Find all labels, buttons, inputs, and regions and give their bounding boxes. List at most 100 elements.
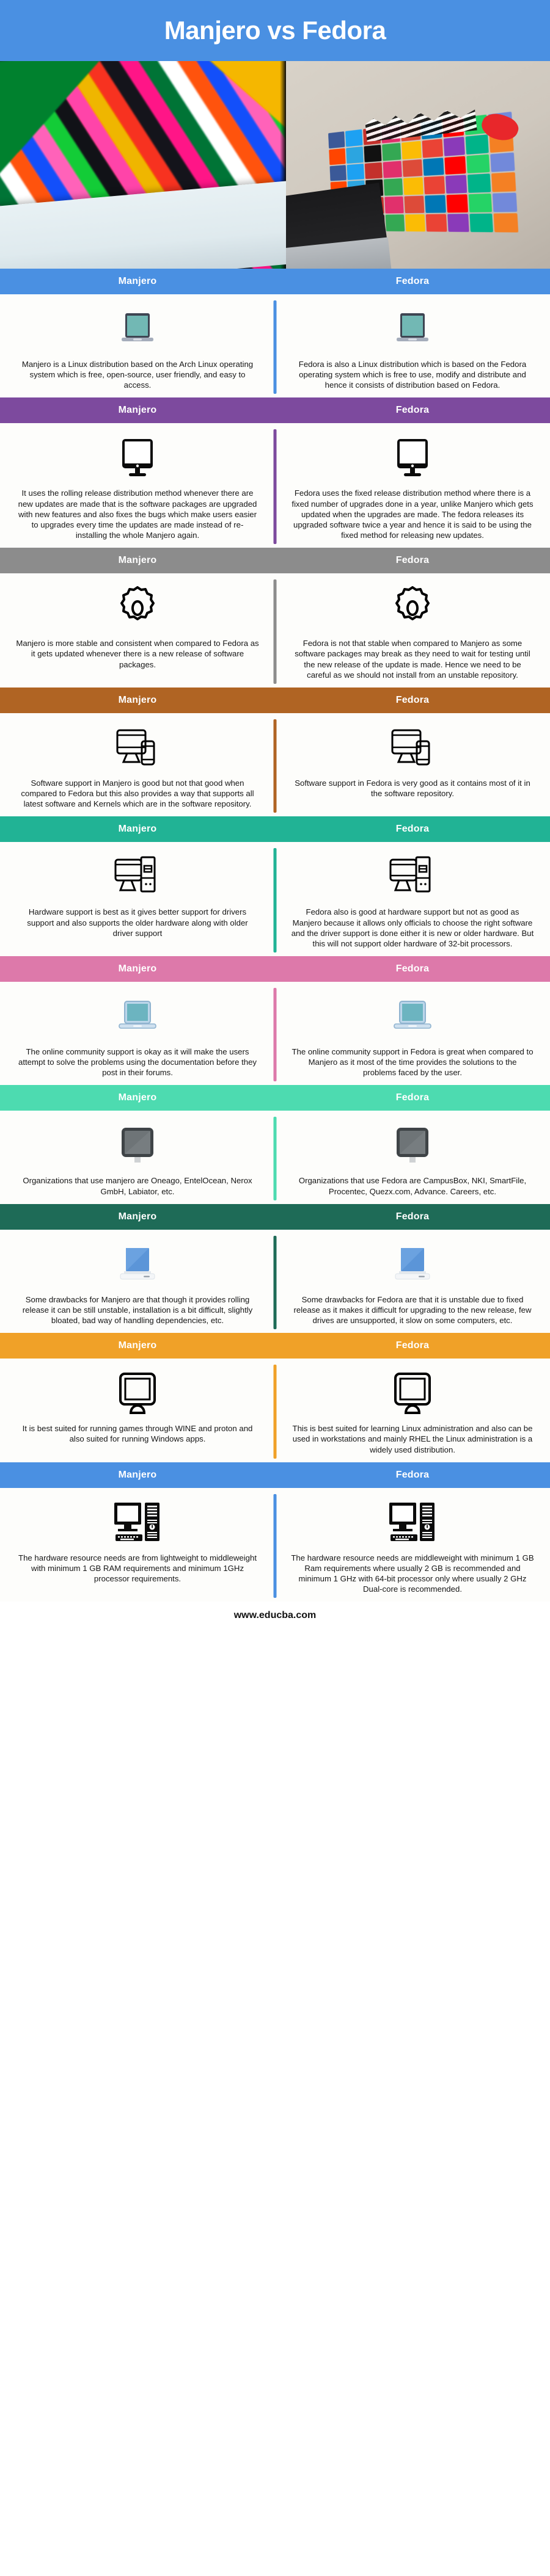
section-body-best-suited: It is best suited for running games thro…	[0, 1359, 550, 1462]
monitor-and-phone-icon	[389, 722, 436, 774]
column-divider	[273, 848, 277, 952]
manjero-description: Software support in Manjero is good but …	[21, 778, 254, 809]
section-left-label: Manjero	[118, 555, 157, 566]
column-manjero: It uses the rolling release distribution…	[0, 432, 275, 540]
section-header-hardware-support: Manjero Fedora	[0, 816, 550, 843]
fedora-description: Some drawbacks for Fedora are that it is…	[293, 1294, 532, 1326]
section-left-label: Manjero	[118, 1340, 157, 1351]
section-right-label: Fedora	[395, 1340, 430, 1351]
gear-icon	[392, 582, 433, 634]
fedora-description: Organizations that use Fedora are Campus…	[298, 1176, 527, 1196]
section-body-drawbacks: Some drawbacks for Manjero are that thou…	[0, 1229, 550, 1333]
column-divider	[273, 429, 277, 545]
section-body-hardware-resources: The hardware resource needs are from lig…	[0, 1487, 550, 1602]
fedora-description: Fedora is also a Linux distribution whic…	[298, 360, 527, 390]
manjero-description: Some drawbacks for Manjero are that thou…	[22, 1294, 253, 1326]
manjero-description: It uses the rolling release distribution…	[18, 488, 257, 540]
column-fedora: The online community support in Fedora i…	[275, 990, 550, 1078]
column-fedora: Organizations that use Fedora are Campus…	[275, 1119, 550, 1196]
monitor-icon	[392, 1367, 433, 1420]
column-divider	[273, 1117, 277, 1200]
column-divider	[273, 300, 277, 394]
column-fedora: This is best suited for learning Linux a…	[275, 1367, 550, 1454]
fedora-description: This is best suited for learning Linux a…	[292, 1424, 533, 1454]
section-header-hardware-resources: Manjero Fedora	[0, 1462, 550, 1488]
monitor-icon	[394, 432, 431, 484]
section-left-label: Manjero	[118, 1092, 157, 1103]
hero-left-laptop	[0, 61, 286, 269]
column-manjero: It is best suited for running games thro…	[0, 1367, 275, 1454]
fedora-description: Fedora is not that stable when compared …	[295, 639, 530, 680]
section-header-best-suited: Manjero Fedora	[0, 1333, 550, 1359]
column-fedora: Fedora is not that stable when compared …	[275, 582, 550, 680]
column-fedora: Software support in Fedora is very good …	[275, 722, 550, 809]
site-url: www.educba.com	[233, 1610, 317, 1621]
manjero-description: The online community support is okay as …	[18, 1047, 257, 1078]
section-right-label: Fedora	[395, 405, 430, 416]
column-manjero: Some drawbacks for Manjero are that thou…	[0, 1238, 275, 1326]
column-manjero: The hardware resource needs are from lig…	[0, 1497, 275, 1595]
column-manjero: Manjero is a Linux distribution based on…	[0, 303, 275, 390]
desktop-tower-icon	[388, 851, 437, 903]
manjero-description: Manjero is more stable and consistent wh…	[16, 639, 259, 669]
footer: www.educba.com	[0, 1602, 550, 1630]
section-header-organizations: Manjero Fedora	[0, 1085, 550, 1111]
section-right-label: Fedora	[395, 1211, 430, 1222]
section-right-label: Fedora	[395, 555, 430, 566]
fedora-description: The online community support in Fedora i…	[292, 1047, 534, 1078]
section-header-community-support: Manjero Fedora	[0, 956, 550, 982]
column-fedora: The hardware resource needs are middlewe…	[275, 1497, 550, 1595]
section-body-definition: Manjero is a Linux distribution based on…	[0, 294, 550, 398]
monitor-icon	[117, 1367, 158, 1420]
section-right-label: Fedora	[395, 1469, 430, 1480]
section-left-label: Manjero	[118, 694, 157, 705]
page-title: Manjero vs Fedora	[164, 16, 386, 45]
laptop-icon	[391, 990, 435, 1043]
laptop-icon	[118, 303, 157, 355]
column-manjero: Organizations that use manjero are Oneag…	[0, 1119, 275, 1196]
infographic-page: Manjero vs Fedora Manjero Fedora Manjero …	[0, 0, 550, 1630]
section-left-label: Manjero	[118, 963, 157, 974]
laptop-icon	[393, 303, 432, 355]
manjero-description: The hardware resource needs are from lig…	[18, 1553, 257, 1583]
fedora-description: The hardware resource needs are middlewe…	[291, 1553, 534, 1594]
section-right-label: Fedora	[395, 694, 430, 705]
column-manjero: Manjero is more stable and consistent wh…	[0, 582, 275, 680]
fedora-description: Fedora uses the fixed release distributi…	[292, 488, 534, 540]
column-divider	[273, 579, 277, 684]
page-title-bar: Manjero vs Fedora	[0, 0, 550, 61]
desktop-computer-icon	[387, 1497, 438, 1549]
column-fedora: Fedora also is good at hardware support …	[275, 851, 550, 949]
section-body-organizations: Organizations that use manjero are Oneag…	[0, 1111, 550, 1204]
desktop-computer-icon	[112, 1497, 163, 1549]
desktop-tower-icon	[113, 851, 162, 903]
section-left-label: Manjero	[118, 1211, 157, 1222]
column-manjero: Hardware support is best as it gives bet…	[0, 851, 275, 949]
section-header-stability: Manjero Fedora	[0, 548, 550, 574]
section-header-drawbacks: Manjero Fedora	[0, 1203, 550, 1230]
column-fedora: Fedora is also a Linux distribution whic…	[275, 303, 550, 390]
section-body-hardware-support: Hardware support is best as it gives bet…	[0, 842, 550, 956]
column-manjero: The online community support is okay as …	[0, 990, 275, 1078]
column-divider	[273, 719, 277, 813]
column-manjero: Software support in Manjero is good but …	[0, 722, 275, 809]
section-body-stability: Manjero is more stable and consistent wh…	[0, 573, 550, 688]
section-header-definition: Manjero Fedora	[0, 269, 550, 294]
column-divider	[273, 987, 277, 1082]
section-header-software-support: Manjero Fedora	[0, 687, 550, 713]
section-body-software-support: Software support in Manjero is good but …	[0, 713, 550, 817]
gear-icon	[117, 582, 158, 634]
section-right-label: Fedora	[395, 1092, 430, 1103]
monitor-icon	[119, 432, 156, 484]
section-body-community-support: The online community support is okay as …	[0, 981, 550, 1086]
manjero-description: Hardware support is best as it gives bet…	[27, 907, 248, 938]
section-header-release-method: Manjero Fedora	[0, 397, 550, 424]
hero-right-laptop	[286, 61, 550, 269]
section-left-label: Manjero	[118, 276, 157, 286]
manjero-description: Organizations that use manjero are Oneag…	[23, 1176, 252, 1196]
laptop-icon	[116, 1238, 160, 1291]
fedora-description: Software support in Fedora is very good …	[295, 778, 530, 799]
column-divider	[273, 1235, 277, 1330]
laptop-icon	[116, 990, 160, 1043]
section-body-release-method: It uses the rolling release distribution…	[0, 423, 550, 548]
